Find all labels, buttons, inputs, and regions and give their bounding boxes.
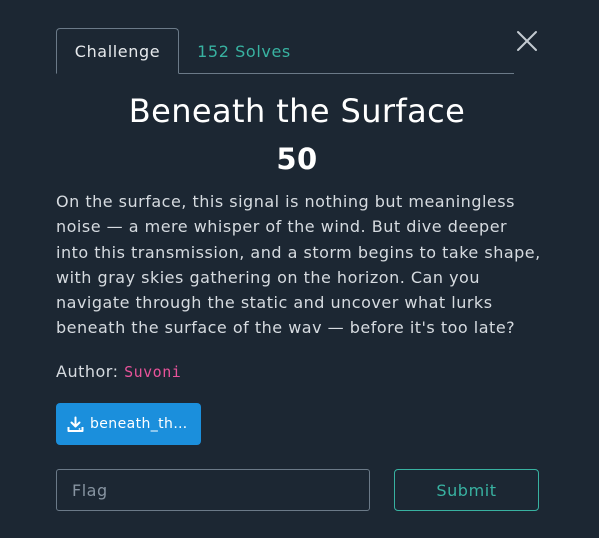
tab-challenge[interactable]: Challenge [56,28,179,74]
challenge-description: On the surface, this signal is nothing b… [56,192,541,338]
challenge-points: 50 [276,142,318,176]
challenge-title: Beneath the Surface [128,92,466,130]
tab-bar: Challenge 152 Solves [56,28,514,74]
tab-solves[interactable]: 152 Solves [189,28,299,74]
submit-button[interactable]: Submit [394,469,539,511]
challenge-modal: Challenge 152 Solves Beneath the Surface… [0,0,599,538]
close-button[interactable] [514,28,540,54]
download-file-label: beneath_th… [90,416,188,432]
author-line: Author: Suvoni [56,362,181,381]
download-icon [67,416,84,432]
author-label: Author: [56,362,119,381]
close-icon [517,31,537,51]
author-name: Suvoni [124,363,182,381]
flag-input[interactable] [56,469,370,511]
download-file-button[interactable]: beneath_th… [56,403,201,445]
